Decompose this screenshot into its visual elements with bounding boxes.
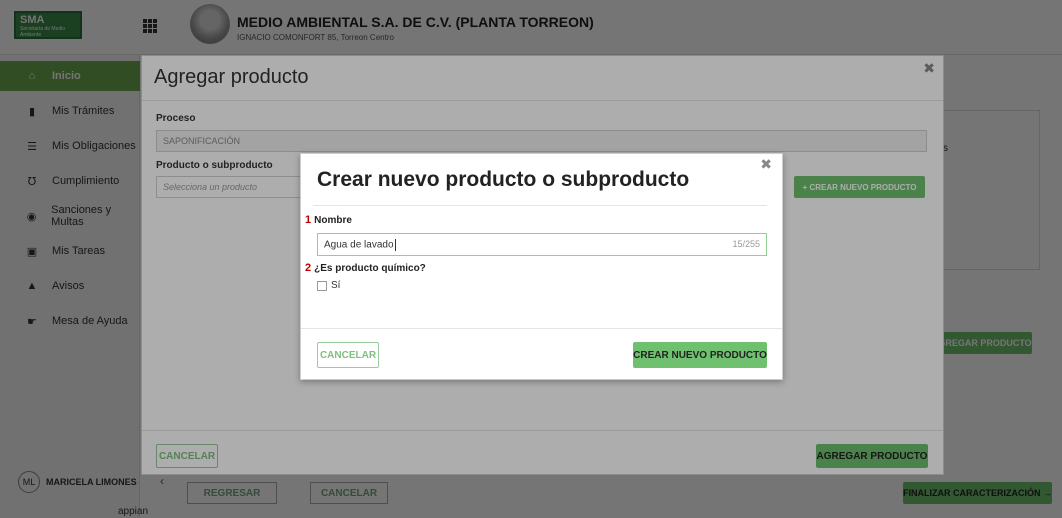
checkbox-label: Sí (331, 280, 341, 291)
divider (301, 328, 782, 329)
divider (313, 205, 767, 206)
dialog-title: Crear nuevo producto o subproducto (317, 168, 690, 191)
annotation-number: 2 (305, 262, 312, 274)
quimico-checkbox[interactable]: Sí (317, 280, 340, 291)
nombre-value: Agua de lavado (324, 239, 394, 251)
nombre-input[interactable]: Agua de lavado 15/255 (317, 233, 767, 256)
checkbox-box[interactable] (317, 280, 327, 291)
crear-producto-dialog: Crear nuevo producto o subproducto ✖ 1 N… (300, 153, 783, 380)
annotation-number: 1 (305, 214, 312, 226)
quimico-label: 2 ¿Es producto químico? (305, 262, 426, 274)
character-counter: 15/255 (732, 239, 760, 249)
nombre-label-text: Nombre (314, 214, 352, 226)
quimico-label-text: ¿Es producto químico? (314, 262, 426, 274)
nombre-label: 1 Nombre (305, 214, 352, 226)
cancel-button[interactable]: CANCELAR (317, 342, 379, 368)
text-cursor (394, 239, 396, 251)
crear-nuevo-producto-submit-button[interactable]: CREAR NUEVO PRODUCTO (633, 342, 767, 368)
close-icon[interactable]: ✖ (760, 156, 772, 173)
